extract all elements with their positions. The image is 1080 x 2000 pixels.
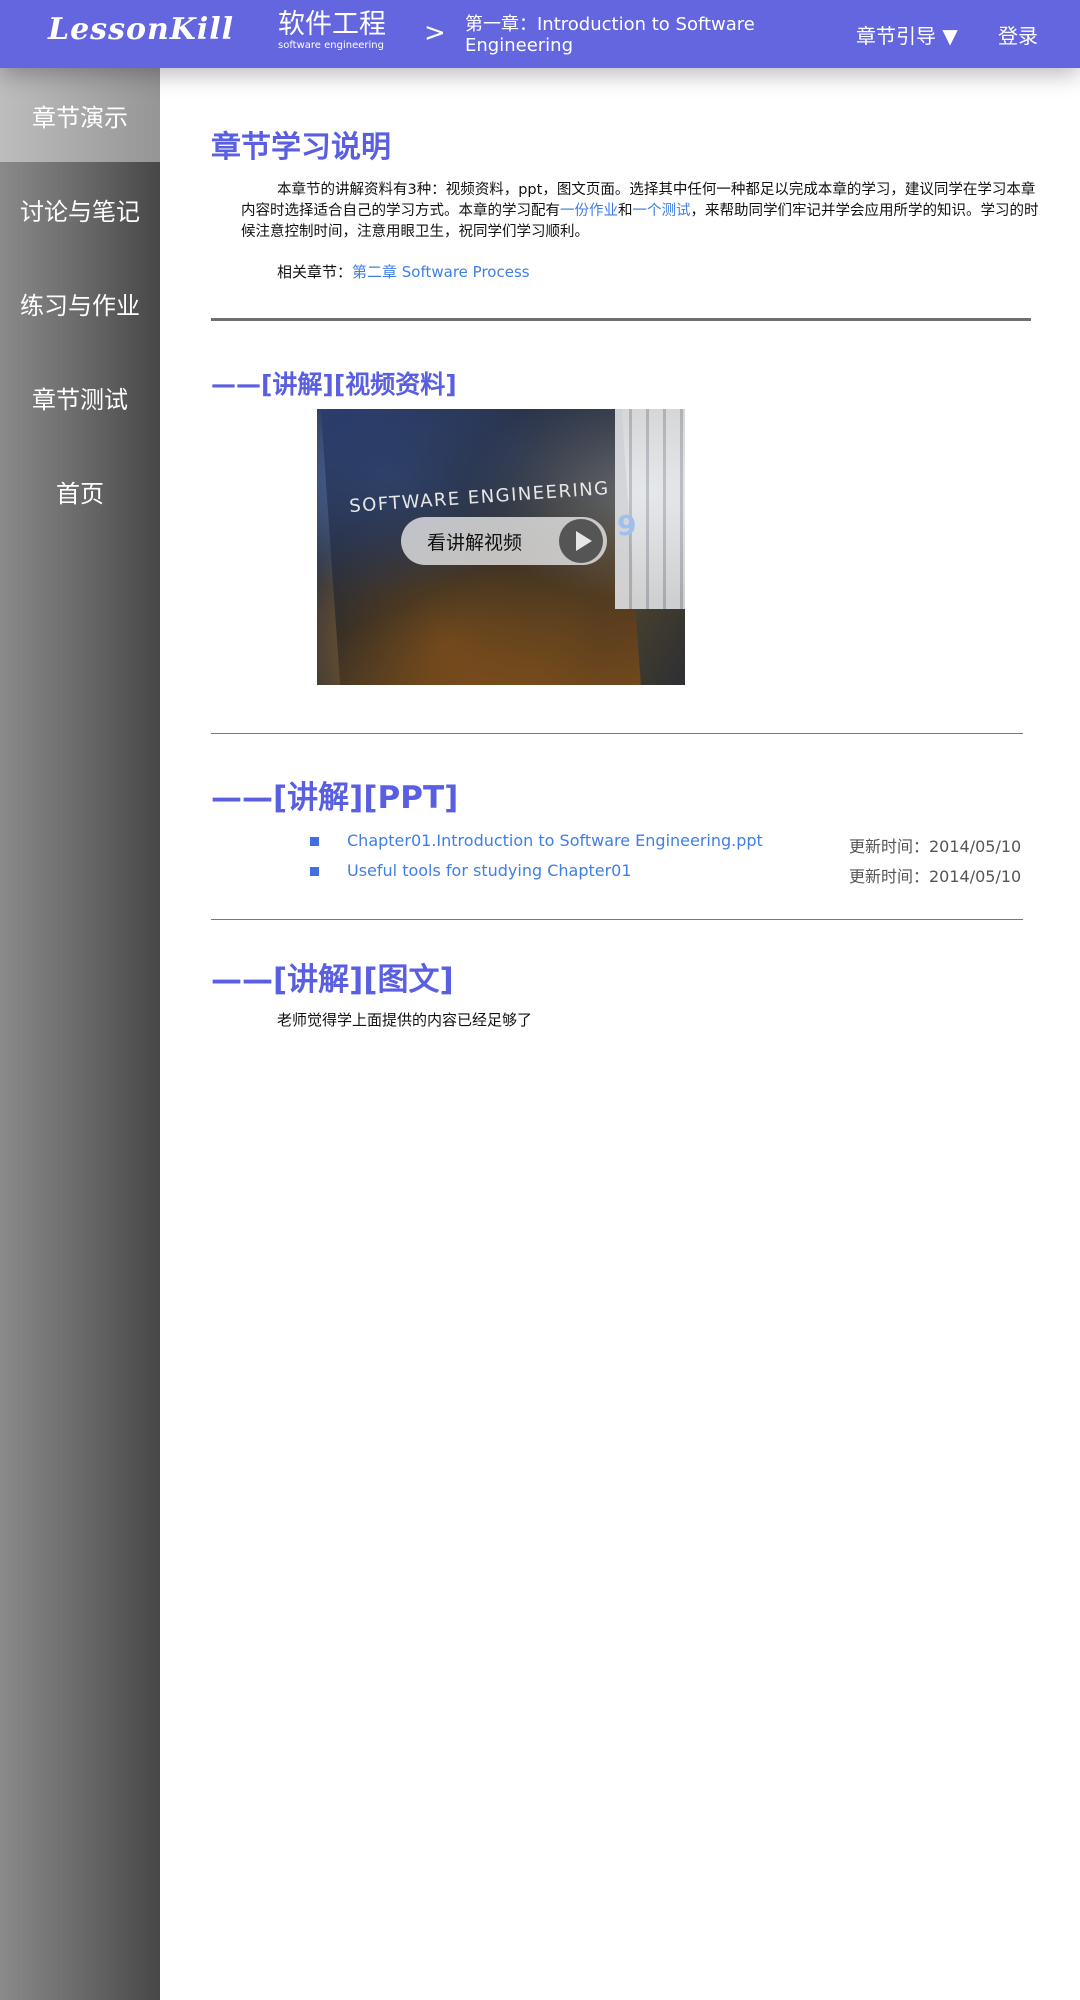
related-label: 相关章节： (277, 263, 353, 281)
ppt-section-heading: ——[讲解][PPT] (211, 780, 459, 816)
test-link[interactable]: 一个测试 (633, 203, 691, 219)
sidebar-item-label: 练习与作业 (20, 291, 140, 320)
text-section-note: 老师觉得学上面提供的内容已经足够了 (277, 1011, 533, 1029)
page-title: 章节学习说明 (211, 130, 391, 165)
sidebar-item-label: 讨论与笔记 (20, 197, 140, 226)
updated-time: 更新时间：2014/05/10 (849, 837, 1022, 856)
section-divider (211, 919, 1023, 920)
breadcrumb-separator: > (424, 18, 446, 48)
sidebar-item-label: 首页 (56, 479, 104, 508)
sidebar-item-home[interactable]: 首页 (0, 444, 160, 538)
list-item: Useful tools for studying Chapter01 更新时间… (211, 861, 1031, 891)
ppt-file-list: Chapter01.Introduction to Software Engin… (211, 831, 1031, 891)
chapter-guide-dropdown[interactable]: 章节引导 ▼ (856, 20, 958, 49)
play-icon (559, 519, 603, 563)
login-link[interactable]: 登录 (998, 20, 1038, 49)
sidebar-item-discussion-notes[interactable]: 讨论与笔记 (0, 162, 160, 256)
homework-link[interactable]: 一份作业 (560, 203, 618, 219)
list-item: Chapter01.Introduction to Software Engin… (211, 831, 1031, 861)
updated-time: 更新时间：2014/05/10 (849, 867, 1022, 886)
current-chapter: 第一章：Introduction to Software Engineering (465, 14, 755, 56)
square-bullet-icon (310, 867, 319, 876)
related-chapter-link[interactable]: 第二章 Software Process (352, 263, 530, 281)
main-content: 章节学习说明 本章节的讲解资料有3种：视频资料，ppt，图文页面。选择其中任何一… (211, 68, 1039, 1030)
sidebar-item-exercises-homework[interactable]: 练习与作业 (0, 256, 160, 350)
site-logo[interactable]: LessonKill (48, 12, 234, 47)
square-bullet-icon (310, 837, 319, 846)
course-subtitle: software engineering (278, 40, 384, 51)
watch-video-button[interactable]: 看讲解视频 (401, 517, 607, 565)
video-thumbnail[interactable]: SOFTWARE ENGINEERING 9 看讲解视频 (317, 409, 685, 685)
sidebar: 章节演示 讨论与笔记 练习与作业 章节测试 首页 (0, 68, 160, 2000)
book-edition-number: 9 (617, 509, 637, 542)
related-chapters: 相关章节：第二章 Software Process (277, 261, 1031, 282)
sidebar-item-label: 章节演示 (32, 103, 128, 132)
sidebar-item-chapter-demo[interactable]: 章节演示 (0, 68, 160, 162)
course-name[interactable]: 软件工程 software engineering (278, 10, 386, 52)
section-divider (211, 318, 1031, 321)
course-title: 软件工程 (278, 9, 386, 40)
intro-text-and: 和 (618, 203, 633, 219)
section-divider (211, 733, 1023, 734)
sidebar-item-label: 章节测试 (32, 385, 128, 414)
top-header: LessonKill 软件工程 software engineering > 第… (0, 0, 1080, 68)
text-section-heading: ——[讲解][图文] (211, 962, 454, 998)
ppt-file-link[interactable]: Useful tools for studying Chapter01 (347, 861, 632, 880)
intro-description: 本章节的讲解资料有3种：视频资料，ppt，图文页面。选择其中任何一种都足以完成本… (241, 180, 1041, 243)
video-section-heading: ——[讲解][视频资料] (211, 370, 457, 399)
ppt-file-link[interactable]: Chapter01.Introduction to Software Engin… (347, 831, 763, 850)
sidebar-item-chapter-test[interactable]: 章节测试 (0, 350, 160, 444)
watch-video-label: 看讲解视频 (427, 532, 523, 554)
